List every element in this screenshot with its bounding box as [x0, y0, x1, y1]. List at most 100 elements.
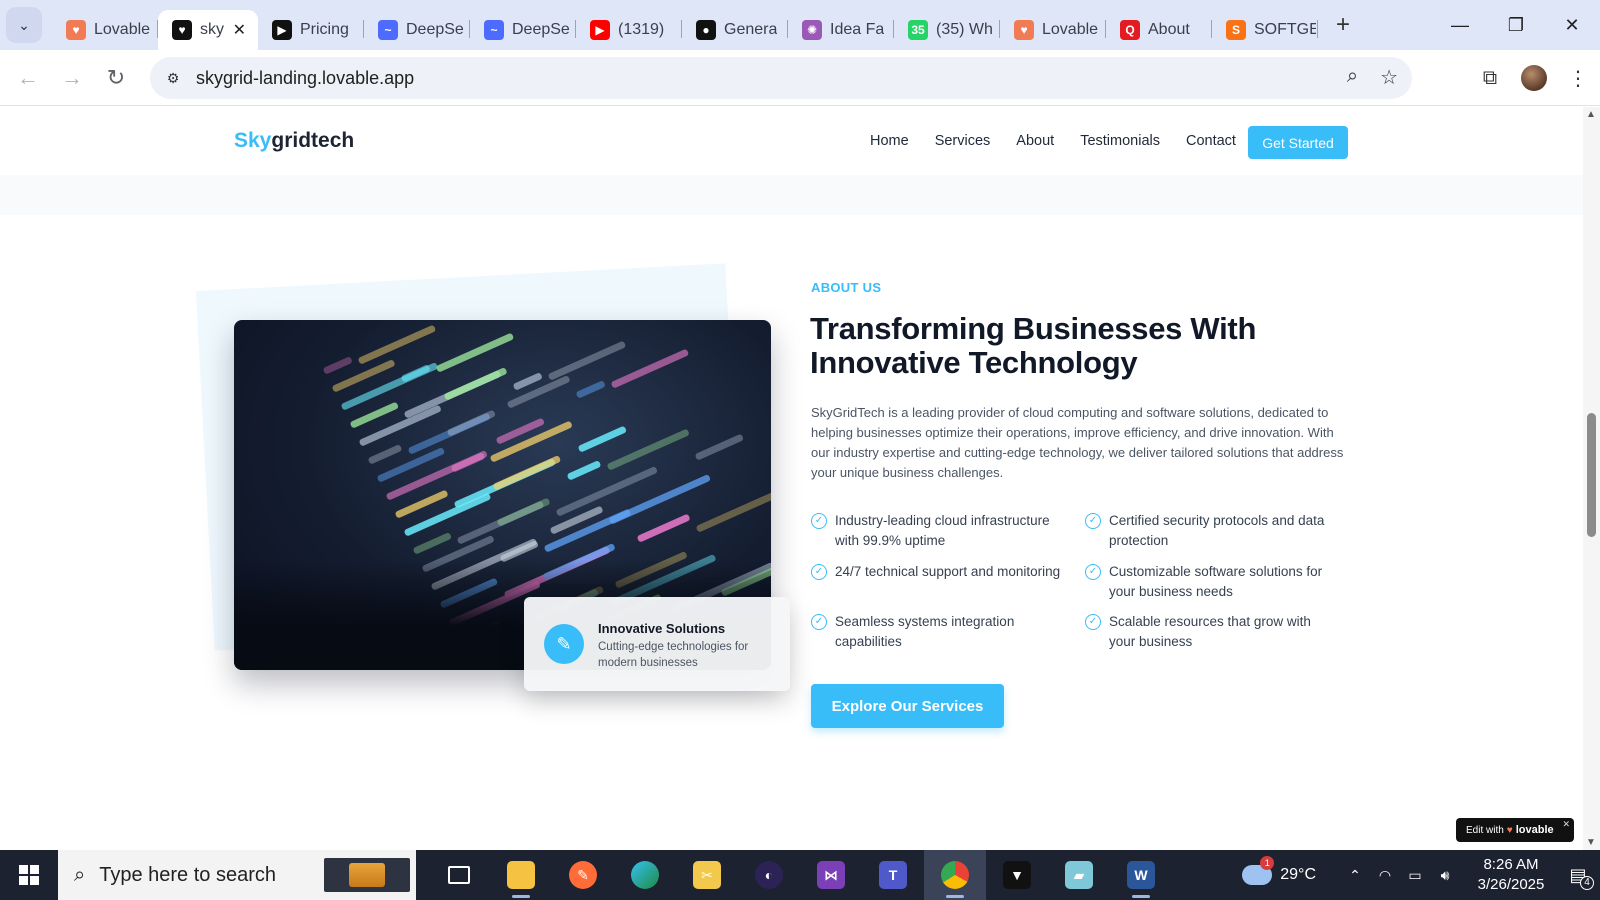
browser-tab[interactable]: ~ DeepSe: [364, 10, 470, 50]
feature-item: ✓ Scalable resources that grow with your …: [1085, 612, 1339, 652]
back-arrow-icon[interactable]: ←: [6, 56, 50, 100]
browser-tab[interactable]: S SOFTGE: [1212, 10, 1318, 50]
nav-link-testimonials[interactable]: Testimonials: [1080, 133, 1160, 149]
file-explorer-icon[interactable]: [490, 850, 552, 900]
tab-favicon-icon: ●: [696, 20, 716, 40]
browser-tab[interactable]: ♥ Lovable: [52, 10, 158, 50]
section-eyebrow: ABOUT US: [811, 280, 882, 295]
nav-link-home[interactable]: Home: [870, 133, 909, 149]
code-line: [496, 497, 551, 527]
feature-item: ✓ Certified security protocols and data p…: [1085, 511, 1339, 551]
minimize-icon[interactable]: —: [1432, 0, 1488, 50]
clock[interactable]: 8:26 AM 3/26/2025: [1466, 855, 1556, 895]
close-window-icon[interactable]: ✕: [1544, 0, 1600, 50]
start-button[interactable]: [0, 850, 58, 900]
weather-temp: 29°C: [1280, 866, 1316, 883]
task-view-icon[interactable]: [428, 850, 490, 900]
check-circle-icon: ✓: [1085, 513, 1101, 529]
check-circle-icon: ✓: [811, 513, 827, 529]
tab-search-button[interactable]: ⌄: [6, 7, 42, 43]
get-started-button[interactable]: Get Started: [1248, 126, 1348, 159]
tab-title: (35) Wh: [936, 21, 993, 38]
browser-tab-bar: ⌄ ♥ Lovable ♥ sky ✕ ▶ Pricing ~ DeepSe ~ DeepSe ▶ (1…: [0, 0, 1600, 50]
code-line: [636, 513, 691, 543]
code-line: [610, 348, 690, 389]
system-tray: 1 29°C ⌃ ◠ ▭ 🔊︎ 8:26 AM 3/26/2025 ▤ 4: [1242, 850, 1600, 900]
browser-toolbar: ← → ↻ ⚙ skygrid-landing.lovable.app ⌕ ☆ …: [0, 50, 1600, 106]
code-line: [443, 367, 508, 401]
code-line: [412, 532, 452, 555]
battery-icon[interactable]: ▭: [1400, 867, 1430, 884]
edit-with-lovable-badge[interactable]: Edit with ♥ lovable ✕: [1456, 818, 1574, 842]
visual-studio-icon[interactable]: ⋈: [800, 850, 862, 900]
zoom-icon[interactable]: ⌕: [1347, 65, 1358, 90]
nav-link-services[interactable]: Services: [935, 133, 991, 149]
feature-text: 24/7 technical support and monitoring: [835, 564, 1061, 579]
close-icon[interactable]: ✕: [1562, 819, 1570, 830]
lovable-app-icon[interactable]: ▼: [986, 850, 1048, 900]
code-line: [578, 425, 628, 453]
weather-badge: 1: [1260, 856, 1275, 870]
browser-tab[interactable]: Q About: [1106, 10, 1212, 50]
site-info-icon[interactable]: ⚙: [160, 65, 186, 91]
browser-tab[interactable]: ♥ sky ✕: [158, 10, 258, 50]
snip-tool-icon[interactable]: ✂: [676, 850, 738, 900]
browser-tab[interactable]: 35 (35) Wh: [894, 10, 1000, 50]
page-viewport: Skygridtech Home Services About Testimonial…: [0, 107, 1600, 850]
scrollbar-thumb[interactable]: [1587, 413, 1596, 537]
feature-text: Scalable resources that grow with your b…: [1109, 614, 1311, 649]
browser-tab[interactable]: ~ DeepSe: [470, 10, 576, 50]
pinned-apps: ✎ ✂ ◐ ⋈ T ▼ ▰ W: [428, 850, 1172, 900]
notes-app-icon[interactable]: ▰: [1048, 850, 1110, 900]
windows-taskbar: ⌕ Type here to search ✎ ✂ ◐ ⋈ T ▼ ▰ W 1 …: [0, 850, 1600, 900]
teams-icon[interactable]: T: [862, 850, 924, 900]
feature-item: ✓ Seamless systems integration capabiliti…: [811, 612, 1065, 652]
notification-icon[interactable]: ▤ 4: [1556, 865, 1600, 890]
bookmark-star-icon[interactable]: ☆: [1380, 65, 1398, 90]
eclipse-icon[interactable]: ◐: [738, 850, 800, 900]
page-scrollbar[interactable]: ▲ ▼: [1583, 107, 1600, 850]
code-line: [566, 460, 602, 481]
headline-line-1: Transforming Businesses With: [810, 311, 1257, 346]
tab-title: Genera: [724, 21, 778, 38]
postman-icon[interactable]: ✎: [552, 850, 614, 900]
tab-title: About: [1148, 21, 1190, 38]
reload-icon[interactable]: ↻: [94, 56, 138, 100]
extensions-icon[interactable]: ⧉: [1468, 67, 1512, 90]
nav-link-contact[interactable]: Contact: [1186, 133, 1236, 149]
new-tab-button[interactable]: +: [1328, 11, 1358, 39]
word-icon[interactable]: W: [1110, 850, 1172, 900]
browser-tab[interactable]: ✺ Idea Fa: [788, 10, 894, 50]
edge-icon[interactable]: [614, 850, 676, 900]
scroll-up-icon[interactable]: ▲: [1586, 109, 1596, 120]
forward-arrow-icon[interactable]: →: [50, 56, 94, 100]
taskbar-search[interactable]: ⌕ Type here to search: [58, 850, 416, 900]
brand-logo[interactable]: Skygridtech: [234, 129, 354, 153]
chrome-icon[interactable]: [924, 850, 986, 900]
scroll-down-icon[interactable]: ▼: [1586, 837, 1596, 848]
chevron-up-icon[interactable]: ⌃: [1340, 867, 1370, 884]
feature-text: Industry-leading cloud infrastructure wi…: [835, 513, 1050, 548]
wifi-icon[interactable]: ◠: [1370, 867, 1400, 884]
volume-icon[interactable]: 🔊︎: [1430, 867, 1460, 884]
url-text[interactable]: skygrid-landing.lovable.app: [196, 68, 414, 89]
main-nav: Home Services About Testimonials Contact: [870, 133, 1236, 149]
browser-tab[interactable]: ▶ Pricing: [258, 10, 364, 50]
explore-services-button[interactable]: Explore Our Services: [811, 684, 1004, 728]
restore-icon[interactable]: ❐: [1488, 0, 1544, 50]
browser-menu-icon[interactable]: ⋮: [1556, 66, 1600, 91]
browser-tab[interactable]: ● Genera: [682, 10, 788, 50]
nav-link-about[interactable]: About: [1016, 133, 1054, 149]
profile-avatar[interactable]: [1521, 65, 1547, 91]
tab-title: sky: [200, 21, 224, 38]
innovative-solutions-card: ✎ Innovative Solutions Cutting-edge tech…: [524, 597, 790, 691]
code-line: [492, 455, 562, 491]
briefcase-icon: [324, 858, 410, 892]
tab-title: Idea Fa: [830, 21, 885, 38]
close-tab-icon[interactable]: ✕: [233, 20, 246, 40]
weather-widget[interactable]: 1 29°C: [1242, 856, 1316, 885]
browser-tab[interactable]: ♥ Lovable: [1000, 10, 1106, 50]
headline-line-2: Innovative Technology: [810, 345, 1138, 380]
address-bar[interactable]: ⚙ skygrid-landing.lovable.app ⌕ ☆: [150, 57, 1412, 99]
browser-tab[interactable]: ▶ (1319): [576, 10, 682, 50]
